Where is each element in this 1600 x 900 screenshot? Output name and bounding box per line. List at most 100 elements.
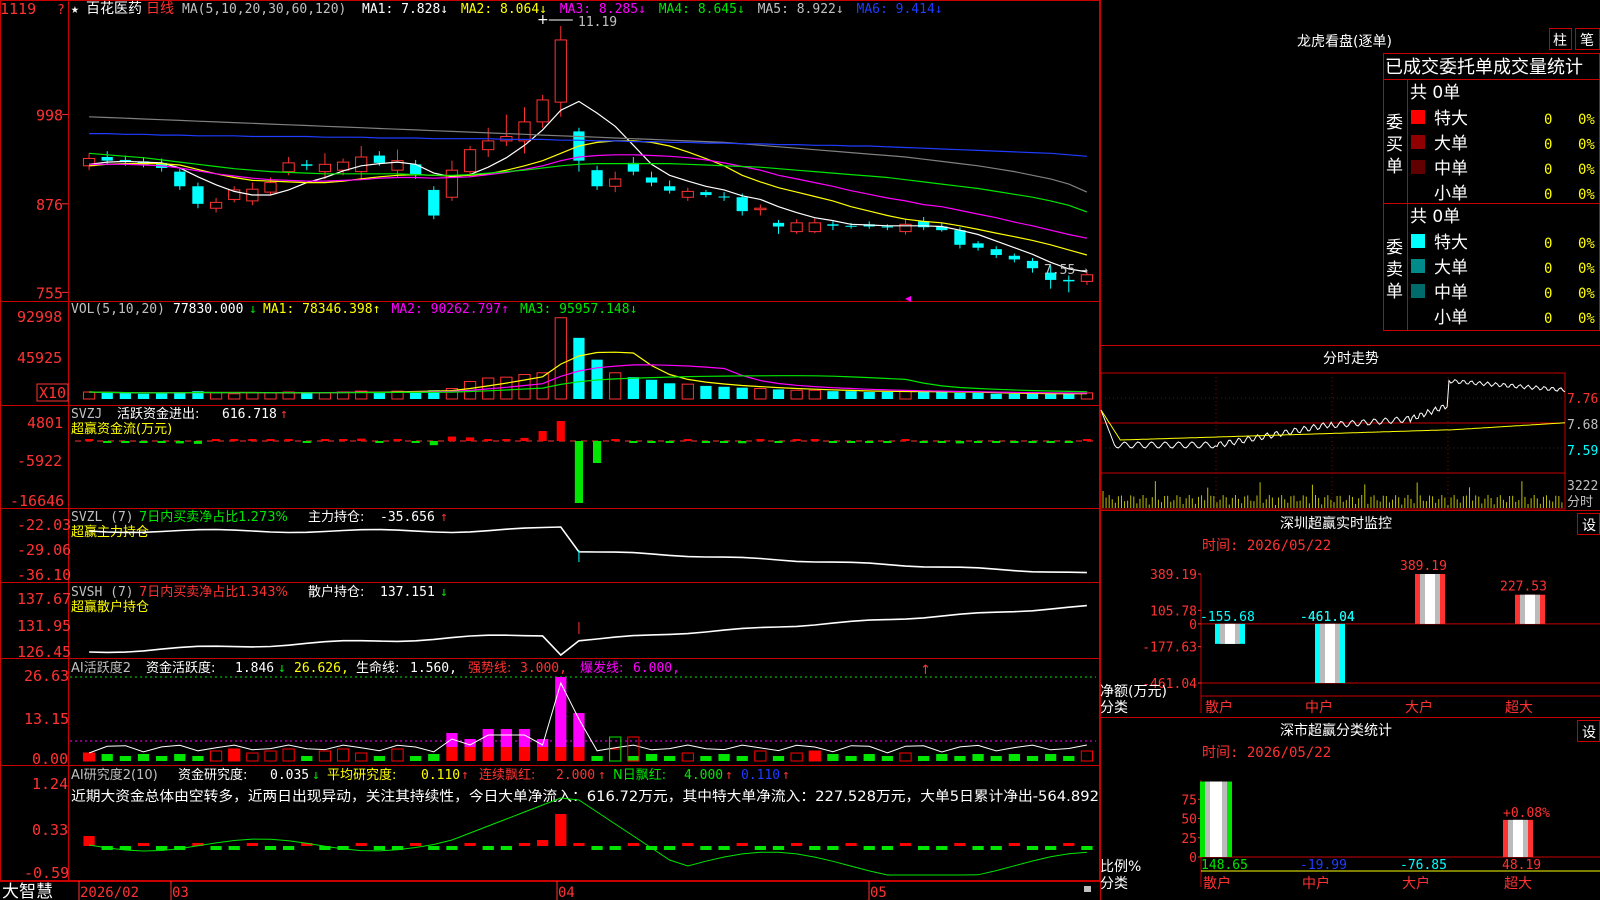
ai-research-bar: [537, 840, 549, 846]
vol-bar: [899, 390, 912, 400]
longhu-row-pct: 0%: [1578, 162, 1595, 178]
ai-research-bar: [682, 843, 694, 846]
vol-bar: [936, 392, 948, 399]
ai-research-bar: [137, 843, 150, 846]
candle-body: [591, 170, 603, 187]
ai-active-header: AI活跃度2 资金活跃度: 1.846 ↓ 26.626, 生命线: 1.560…: [71, 660, 680, 676]
x-label-05: 05: [870, 885, 887, 900]
longhu-row-name: 特大: [1434, 109, 1468, 129]
svzj-bar: [738, 441, 747, 444]
svg-text:买: 买: [1386, 135, 1403, 155]
vol-bar: [736, 387, 748, 399]
intraday-price-line: [1100, 378, 1566, 449]
ai-active-bar: [645, 754, 658, 761]
ai-research-arrow1-icon: ↓: [312, 768, 320, 783]
monitor-bar-core: [1425, 574, 1435, 624]
vol-ma-value-2: MA2: 90262.797↑: [392, 302, 509, 317]
longhu-swatch: [1411, 160, 1425, 174]
candle-body: [264, 182, 277, 193]
svzj-bar: [320, 439, 330, 441]
candle-body: [954, 230, 966, 245]
longhu-row-pct: 0%: [1578, 112, 1595, 128]
vol-bar: [808, 389, 821, 400]
monitor-settings-label[interactable]: 设: [1582, 518, 1596, 534]
candle-body: [827, 224, 839, 226]
ai-active-bar: [464, 747, 476, 761]
ai-research-bar: [500, 846, 512, 850]
candle-body: [373, 155, 385, 163]
longhu-tick-button-label[interactable]: 笔: [1580, 33, 1594, 49]
ai-active-bar: [972, 754, 984, 761]
ai-active-bar: [209, 750, 223, 762]
longhu-row-count: 0: [1544, 236, 1552, 252]
candle-body: [536, 99, 549, 123]
vol-y-tick-1: 92998: [17, 308, 62, 326]
vol-bar: [990, 393, 1002, 399]
stock-name[interactable]: 百花医药: [86, 1, 142, 17]
ai-active-y-tick-3: 0.00: [32, 750, 68, 768]
sell-side-label: 委卖单: [1386, 238, 1403, 302]
svzj-bar: [1010, 441, 1019, 443]
vol-bar: [918, 392, 930, 399]
intraday-title: 分时走势: [1323, 351, 1379, 367]
classify-category-label: 超大: [1504, 876, 1532, 892]
ai-active-bar: [990, 756, 1002, 761]
monitor-date: 时间: 2026/05/22: [1202, 538, 1331, 554]
longhu-bar-button-label[interactable]: 柱: [1553, 33, 1567, 49]
classify-bar-core: [1210, 781, 1222, 857]
ai-research-bar: [373, 846, 385, 850]
svsh-main-line: [89, 604, 1087, 657]
buy-side-label: 委买单: [1386, 113, 1403, 177]
ai-active-bar: [428, 754, 440, 761]
ai-active-bar: [827, 754, 839, 761]
vol-bar: [609, 372, 622, 400]
svzj-bar: [393, 439, 402, 441]
corner-question-mark[interactable]: ?: [57, 3, 65, 18]
candle-body: [772, 222, 785, 227]
svsh-y-axis: 137.67 131.95 126.45: [17, 590, 71, 661]
ai-active-bar: [500, 729, 512, 747]
stock-analysis-screen[interactable]: 1119 ? ★ 百花医药 日线 MA(5,10,20,30,60,120) M…: [0, 0, 1600, 900]
svzj-bar: [302, 441, 311, 443]
monitor-panel: 深圳超赢实时监控 设 时间: 2026/05/22 389.19105.780-…: [1100, 513, 1600, 716]
svzj-bar: [919, 441, 928, 443]
monitor-bar-core: [1225, 623, 1235, 644]
candle-body: [355, 156, 368, 173]
panel-frames: [0, 0, 1600, 900]
svzj-bar: [937, 441, 946, 443]
classify-panel: 深市超赢分类统计 设 时间: 2026/05/22 75 50 25 0 +0.08% 1…: [1100, 720, 1600, 892]
svzj-bar: [865, 441, 874, 443]
svzj-bar: [992, 441, 1001, 443]
price-annotations: 11.19 7.55 →: [578, 15, 1088, 278]
x-label-2026-02: 2026/02: [80, 885, 139, 900]
candle-body: [990, 249, 1002, 256]
ai-research-commentary: 近期大资金总体由空转多，近两日出现异动，关注其持续性，今日大单净流入：616.7…: [71, 788, 1099, 805]
longhu-swatch: [1411, 135, 1425, 149]
candle-body: [609, 178, 622, 187]
classify-category-label: 中户: [1302, 875, 1330, 892]
ai-active-bar: [482, 747, 494, 761]
svzj-bar: [810, 439, 819, 441]
ai-research-bar: [609, 846, 621, 850]
intraday-panel: 分时走势 7.76 7.68 7.59 3222 分时: [1100, 351, 1598, 510]
svzl-y-tick-1: -22.03: [17, 516, 71, 534]
svzj-arrow-icon: ↑: [280, 407, 288, 422]
classify-settings-label[interactable]: 设: [1582, 725, 1596, 741]
svsh-y-tick-1: 137.67: [17, 590, 71, 608]
svzj-bar: [375, 441, 384, 443]
price-candles: [82, 26, 1094, 293]
classify-extra-label: +0.08%: [1503, 806, 1550, 821]
ai-active-bar: [137, 754, 150, 761]
ma-value-2: MA2: 8.064↓: [461, 2, 547, 17]
svzj-header: SVZJ: [71, 407, 102, 422]
ai-research-bar: [482, 846, 494, 850]
candle-body: [282, 162, 295, 173]
svzl-y-tick-3: -36.10: [17, 566, 71, 584]
ai-research-bar: [446, 846, 458, 850]
ai-active-value2: 26.626,: [294, 661, 349, 676]
longhu-table-title: 已成交委托单成交量统计: [1385, 57, 1583, 78]
svzj-bar: [193, 441, 203, 444]
svzj-bar: [574, 441, 584, 503]
x-label-03: 03: [172, 885, 189, 900]
period-label[interactable]: 日线: [146, 1, 174, 17]
